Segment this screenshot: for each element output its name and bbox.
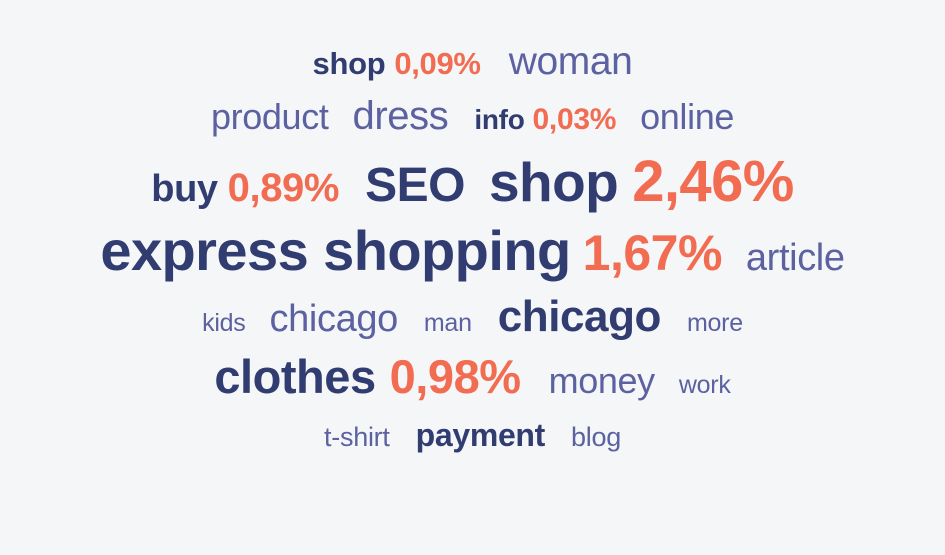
cloud-term-work[interactable]: work [679,373,731,398]
cloud-term-payment[interactable]: payment [416,419,546,451]
word-cloud-row: shop 0,09% woman [0,42,945,96]
cloud-term-clothes[interactable]: clothes [214,353,376,400]
word-cloud-row: product dress info 0,03% online [0,96,945,153]
word-cloud-row: express shopping 1,67% article [0,223,945,295]
cloud-term-express-shopping[interactable]: express shopping [100,223,571,279]
cloud-term-buy[interactable]: buy [151,170,218,208]
word-cloud-row: kids chicago man chicago more [0,295,945,353]
cloud-term-t-shirt[interactable]: t-shirt [324,424,390,451]
word-cloud-row: clothes 0,98% money work [0,353,945,419]
cloud-term-shop[interactable]: shop [313,48,386,79]
cloud-term-woman[interactable]: woman [509,42,633,81]
cloud-term-article[interactable]: article [746,239,845,277]
cloud-term-money[interactable]: money [549,363,656,399]
cloud-term-percent-0-98[interactable]: 0,98% [390,353,521,400]
cloud-term-dress[interactable]: dress [353,96,449,136]
cloud-term-chicago[interactable]: chicago [270,300,399,338]
cloud-term-percent-1-67[interactable]: 1,67% [583,228,723,278]
cloud-term-blog[interactable]: blog [571,424,621,451]
cloud-term-online[interactable]: online [640,99,734,135]
word-cloud-row: buy 0,89% SEO shop 2,46% [0,153,945,223]
cloud-term-man[interactable]: man [424,311,472,336]
cloud-term-info[interactable]: info [474,106,524,134]
cloud-term-percent-2-46[interactable]: 2,46% [632,153,794,211]
cloud-term-percent-0-09[interactable]: 0,09% [394,48,481,79]
word-cloud-row: t-shirt payment blog [0,419,945,469]
cloud-term-seo[interactable]: SEO [365,162,465,210]
word-cloud: shop 0,09% woman product dress info 0,03… [0,0,945,555]
cloud-term-chicago-bold[interactable]: chicago [498,295,662,339]
cloud-term-percent-0-03[interactable]: 0,03% [533,105,617,135]
cloud-term-percent-0-89[interactable]: 0,89% [228,168,340,208]
cloud-term-product[interactable]: product [211,99,329,135]
cloud-term-more[interactable]: more [687,311,743,336]
cloud-term-kids[interactable]: kids [202,311,246,336]
cloud-term-shop-large[interactable]: shop [489,155,619,210]
